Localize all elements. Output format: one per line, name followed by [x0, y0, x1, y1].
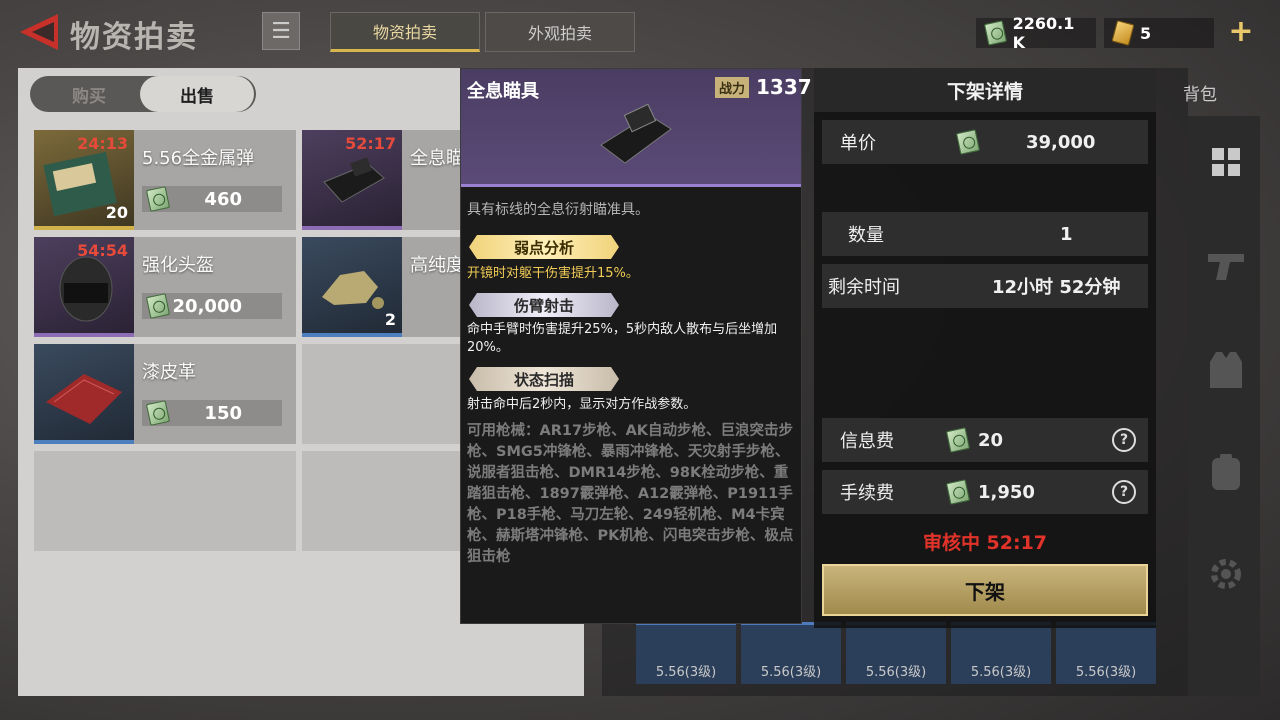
gear-icon[interactable]	[1206, 554, 1246, 594]
holo-sight-icon	[591, 89, 681, 169]
grid-all-icon[interactable]	[1206, 146, 1246, 186]
tooltip-description: 具有标线的全息衍射瞄准具。	[467, 202, 649, 218]
review-status: 审核中 52:17	[922, 532, 1048, 554]
item-name: 漆皮革	[142, 362, 196, 383]
unlist-detail-panel: 下架详情 单价 39,000 数量 1 剩余时间 12小时 52分钟 信息费 2…	[814, 68, 1156, 628]
cash-icon	[945, 479, 971, 505]
compatible-weapons: 可用枪械：AR17步枪、AK自动步枪、巨浪突击步枪、SMG5冲锋枪、暴雨冲锋枪、…	[467, 423, 794, 565]
inventory-slot[interactable]: 5.56(3级)	[951, 622, 1051, 684]
listing-slot[interactable]: 漆皮革 150	[34, 344, 296, 444]
add-currency-button[interactable]: +	[1228, 17, 1254, 47]
back-arrow-icon[interactable]	[18, 12, 62, 52]
trait-text: 命中手臂时伤害提升25%，5秒内敌人散布与后坐增加20%。	[467, 322, 778, 355]
cash-icon	[955, 129, 981, 155]
unlist-button[interactable]: 下架	[822, 564, 1148, 616]
ticket-amount: 5	[1140, 23, 1152, 43]
tab-backpack[interactable]: 背包	[1160, 72, 1240, 112]
trait-text: 开镜时对躯干伤害提升15%。	[467, 266, 639, 281]
power-label: 战力	[715, 77, 750, 98]
tooltip-item-name: 全息瞄具	[467, 81, 539, 102]
inventory-slot[interactable]: 5.56(3级)	[636, 622, 736, 684]
trait-text: 射击命中后2秒内，显示对方作战参数。	[467, 397, 697, 412]
cash-icon	[145, 400, 171, 426]
inventory-slot[interactable]: 5.56(3级)	[1056, 622, 1156, 684]
trait-title: 弱点分析	[469, 235, 619, 259]
help-icon[interactable]: ?	[1112, 428, 1136, 452]
handling-fee-row: 手续费 1,950 ?	[822, 470, 1148, 514]
leather-icon	[34, 344, 134, 444]
pistol-icon[interactable]	[1206, 248, 1246, 288]
tab-sell[interactable]: 出售	[140, 76, 254, 112]
listing-slot[interactable]: 54:54 强化头盔 20,000	[34, 237, 296, 337]
trait-title: 伤臂射击	[469, 293, 619, 317]
trait-title: 状态扫描	[469, 367, 619, 391]
cash-icon	[983, 20, 1007, 46]
cash-icon	[145, 186, 171, 212]
remaining-time-row: 剩余时间 12小时 52分钟	[822, 264, 1148, 308]
power-value: 1337	[756, 75, 812, 99]
menu-list-button[interactable]: ☰	[262, 12, 300, 50]
inventory-slot[interactable]: 5.56(3级)	[741, 622, 841, 684]
tab-item-auction[interactable]: 物资拍卖	[330, 12, 480, 52]
item-name: 高纯度	[410, 255, 464, 276]
ore-icon: 2	[302, 237, 402, 337]
ticket-balance: 5	[1104, 18, 1214, 48]
price-box: 150	[142, 400, 282, 426]
item-name: 5.56全金属弹	[142, 148, 255, 169]
tab-buy[interactable]: 购买	[32, 76, 146, 112]
tab-skin-auction[interactable]: 外观拍卖	[485, 12, 635, 52]
detail-title: 下架详情	[814, 68, 1156, 112]
page-title: 物资拍卖	[70, 20, 198, 55]
info-fee-row: 信息费 20 ?	[822, 418, 1148, 462]
item-tooltip: 全息瞄具 战力 1337 具有标线的全息衍射瞄准具。 弱点分析 开镜时对躯干伤害…	[460, 68, 812, 624]
quantity-row: 数量 1	[822, 212, 1148, 256]
holo-sight-icon: 52:17	[302, 130, 402, 230]
tooltip-header: 全息瞄具 战力 1337	[461, 69, 812, 187]
item-name: 强化头盔	[142, 255, 214, 276]
cash-amount: 2260.1 K	[1012, 14, 1075, 52]
cash-icon	[945, 427, 971, 453]
listing-slot[interactable]: 24:13 20 5.56全金属弹 460	[34, 130, 296, 230]
backpack-icon[interactable]	[1206, 452, 1246, 492]
cash-balance: 2260.1 K	[976, 14, 1096, 52]
ticket-icon	[1111, 20, 1135, 46]
inventory-slot[interactable]: 5.56(3级)	[846, 622, 946, 684]
price-box: 20,000	[142, 293, 282, 319]
ammo-box-icon: 24:13 20	[34, 130, 134, 230]
empty-slot	[34, 451, 296, 551]
help-icon[interactable]: ?	[1112, 480, 1136, 504]
cash-icon	[145, 293, 171, 319]
helmet-icon: 54:54	[34, 237, 134, 337]
price-box: 460	[142, 186, 282, 212]
unit-price-row: 单价 39,000	[822, 120, 1148, 164]
armor-vest-icon[interactable]	[1206, 350, 1246, 390]
category-sidebar	[1188, 116, 1260, 696]
